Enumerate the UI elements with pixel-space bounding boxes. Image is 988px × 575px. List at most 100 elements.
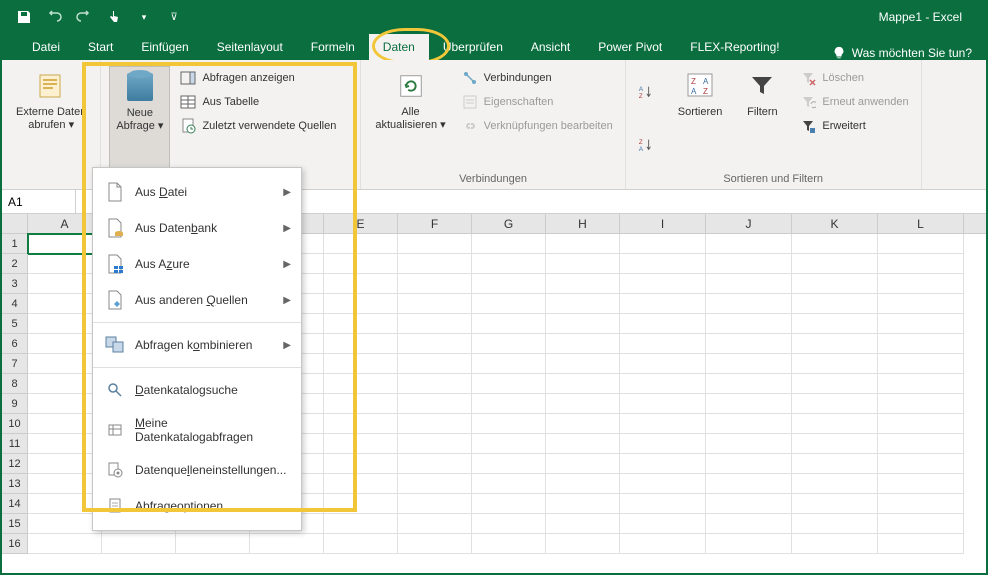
qat-customize-icon[interactable]: ▾ xyxy=(136,9,152,25)
cell[interactable] xyxy=(398,254,472,274)
cell[interactable] xyxy=(28,434,102,454)
cell[interactable] xyxy=(792,514,878,534)
col-header[interactable]: G xyxy=(472,214,546,233)
cell[interactable] xyxy=(28,374,102,394)
cell[interactable] xyxy=(398,534,472,554)
cell[interactable] xyxy=(620,294,706,314)
cell[interactable] xyxy=(792,474,878,494)
filtern-button[interactable]: Filtern xyxy=(734,66,790,169)
cell[interactable] xyxy=(792,534,878,554)
cell[interactable] xyxy=(546,474,620,494)
menu-aus-anderen[interactable]: Aus anderen Quellen ▶ xyxy=(93,282,301,318)
cell[interactable] xyxy=(398,314,472,334)
cell[interactable] xyxy=(620,394,706,414)
cell[interactable] xyxy=(792,374,878,394)
cell[interactable] xyxy=(472,234,546,254)
sort-asc-button[interactable]: AZ xyxy=(634,82,658,102)
cell[interactable] xyxy=(878,274,964,294)
cell[interactable] xyxy=(472,314,546,334)
cell[interactable] xyxy=(620,234,706,254)
row-header[interactable]: 9 xyxy=(2,394,28,414)
row-header[interactable]: 2 xyxy=(2,254,28,274)
cell[interactable] xyxy=(620,314,706,334)
cell[interactable] xyxy=(472,414,546,434)
menu-einstellungen[interactable]: Datenquelleneinstellungen... xyxy=(93,452,301,488)
cell[interactable] xyxy=(792,274,878,294)
tab-seitenlayout[interactable]: Seitenlayout xyxy=(203,34,297,60)
cell[interactable] xyxy=(792,494,878,514)
tab-einfuegen[interactable]: Einfügen xyxy=(127,34,202,60)
row-header[interactable]: 5 xyxy=(2,314,28,334)
cell[interactable] xyxy=(324,354,398,374)
sort-desc-button[interactable]: ZA xyxy=(634,135,658,155)
row-header[interactable]: 7 xyxy=(2,354,28,374)
cell[interactable] xyxy=(620,354,706,374)
cell[interactable] xyxy=(398,294,472,314)
row-header[interactable]: 16 xyxy=(2,534,28,554)
menu-optionen[interactable]: Abfrageoptionen xyxy=(93,488,301,524)
row-header[interactable]: 13 xyxy=(2,474,28,494)
cell[interactable] xyxy=(324,394,398,414)
select-all-corner[interactable] xyxy=(2,214,28,233)
cell[interactable] xyxy=(324,254,398,274)
cell[interactable] xyxy=(324,514,398,534)
tell-me-search[interactable]: Was möchten Sie tun? xyxy=(832,46,986,60)
cell[interactable] xyxy=(28,494,102,514)
cell[interactable] xyxy=(398,274,472,294)
cell[interactable] xyxy=(620,374,706,394)
cell[interactable] xyxy=(546,534,620,554)
cell[interactable] xyxy=(878,234,964,254)
cell[interactable] xyxy=(472,274,546,294)
cell[interactable] xyxy=(546,434,620,454)
cell[interactable] xyxy=(324,234,398,254)
neue-abfrage-button[interactable]: Neue Abfrage ▾ xyxy=(109,66,170,181)
cell[interactable] xyxy=(792,414,878,434)
cell[interactable] xyxy=(546,394,620,414)
menu-kombinieren[interactable]: Abfragen kombinieren ▶ xyxy=(93,327,301,363)
cell[interactable] xyxy=(28,534,102,554)
cell[interactable] xyxy=(792,294,878,314)
cell[interactable] xyxy=(472,254,546,274)
cell[interactable] xyxy=(472,534,546,554)
cell[interactable] xyxy=(324,474,398,494)
cell[interactable] xyxy=(706,414,792,434)
row-header[interactable]: 10 xyxy=(2,414,28,434)
cell[interactable] xyxy=(706,434,792,454)
cell[interactable] xyxy=(620,434,706,454)
cell[interactable] xyxy=(176,534,250,554)
cell[interactable] xyxy=(620,494,706,514)
cell[interactable] xyxy=(324,314,398,334)
verbindungen-button[interactable]: Verbindungen xyxy=(458,68,617,88)
cell[interactable] xyxy=(878,374,964,394)
cell[interactable] xyxy=(878,254,964,274)
cell[interactable] xyxy=(706,534,792,554)
cell[interactable] xyxy=(472,434,546,454)
cell[interactable] xyxy=(878,454,964,474)
cell[interactable] xyxy=(398,394,472,414)
row-header[interactable]: 3 xyxy=(2,274,28,294)
menu-aus-azure[interactable]: Aus Azure ▶ xyxy=(93,246,301,282)
col-header[interactable]: L xyxy=(878,214,964,233)
cell[interactable] xyxy=(706,474,792,494)
cell[interactable] xyxy=(878,414,964,434)
cell[interactable] xyxy=(620,534,706,554)
cell[interactable] xyxy=(472,374,546,394)
col-header[interactable]: H xyxy=(546,214,620,233)
cell[interactable] xyxy=(472,474,546,494)
cell[interactable] xyxy=(878,394,964,414)
cell[interactable] xyxy=(28,354,102,374)
abfragen-anzeigen-button[interactable]: Abfragen anzeigen xyxy=(176,68,340,88)
cell[interactable] xyxy=(620,514,706,534)
name-box[interactable]: A1 xyxy=(2,190,76,213)
cell[interactable] xyxy=(398,354,472,374)
cell[interactable] xyxy=(620,274,706,294)
row-header[interactable]: 12 xyxy=(2,454,28,474)
menu-aus-datenbank[interactable]: Aus Datenbank ▶ xyxy=(93,210,301,246)
cell[interactable] xyxy=(324,294,398,314)
cell[interactable] xyxy=(706,454,792,474)
cell[interactable] xyxy=(792,434,878,454)
cell[interactable] xyxy=(398,474,472,494)
cell[interactable] xyxy=(28,474,102,494)
cell[interactable] xyxy=(28,334,102,354)
cell[interactable] xyxy=(28,294,102,314)
